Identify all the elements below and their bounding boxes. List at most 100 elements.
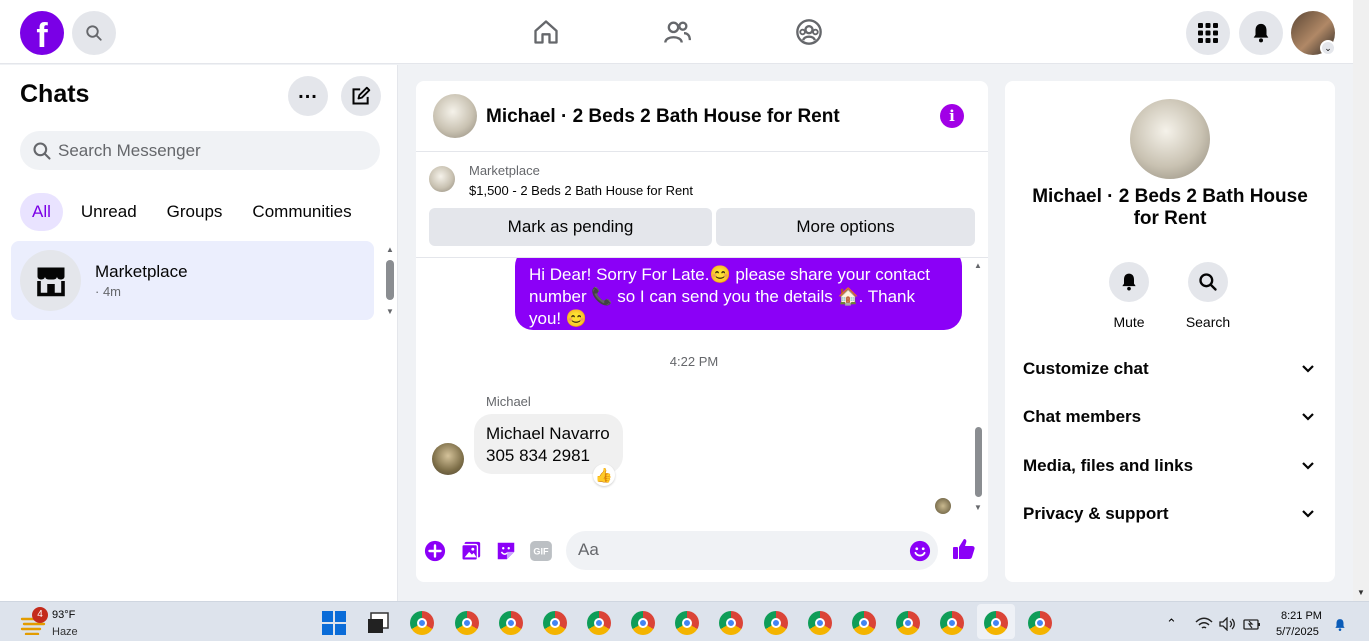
chrome-profile-icon[interactable]	[896, 611, 920, 635]
chrome-profile-icon[interactable]	[675, 611, 699, 635]
message-input-box[interactable]	[566, 531, 938, 570]
sticker-icon[interactable]	[494, 539, 518, 563]
weather-condition[interactable]: Haze	[52, 626, 78, 638]
chat-options-button[interactable]: ...	[288, 76, 328, 116]
conversation-header: Michael · 2 Beds 2 Bath House for Rent i	[416, 81, 988, 152]
search-input[interactable]	[58, 140, 358, 161]
outgoing-message[interactable]: Hi Dear! Sorry For Late.😊 please share y…	[515, 258, 962, 330]
svg-text:GIF: GIF	[533, 547, 549, 557]
windows-start-icon[interactable]	[322, 611, 346, 635]
thumbs-up-reaction[interactable]: 👍	[593, 464, 615, 486]
mark-pending-button[interactable]: Mark as pending	[429, 208, 712, 246]
volume-icon[interactable]	[1219, 617, 1237, 631]
chrome-profile-icon-active[interactable]	[984, 611, 1008, 635]
thumbs-up-icon[interactable]	[952, 537, 976, 561]
section-customize-chat[interactable]: Customize chat	[1023, 354, 1323, 384]
chrome-profile-icon[interactable]	[543, 611, 567, 635]
message-input[interactable]	[578, 540, 898, 560]
chrome-profile-icon[interactable]	[764, 611, 788, 635]
message-list: Hi Dear! Sorry For Late.😊 please share y…	[416, 257, 988, 527]
conversation-panel: Michael · 2 Beds 2 Bath House for Rent i…	[416, 81, 988, 582]
scroll-down-icon[interactable]: ▼	[1357, 588, 1365, 597]
chats-title: Chats	[20, 80, 90, 108]
chevron-up-icon[interactable]: ⌃	[1166, 616, 1177, 632]
chrome-profile-icon[interactable]	[940, 611, 964, 635]
scroll-up-icon[interactable]: ▲	[386, 245, 394, 254]
chrome-profile-icon[interactable]	[455, 611, 479, 635]
listing-summary[interactable]: $1,500 - 2 Beds 2 Bath House for Rent	[469, 183, 693, 198]
bell-icon	[1253, 23, 1269, 43]
chat-filters: All Unread Groups Communities	[20, 193, 370, 231]
groups-nav-button[interactable]	[791, 14, 827, 50]
chrome-profile-icon[interactable]	[1028, 611, 1052, 635]
friends-icon	[664, 21, 691, 43]
search-button[interactable]	[72, 11, 116, 55]
message-scrollbar[interactable]: ▲ ▼	[972, 257, 984, 519]
clock-time[interactable]: 8:21 PM	[1281, 610, 1322, 622]
chrome-profile-icon[interactable]	[631, 611, 655, 635]
notifications-button[interactable]	[1239, 11, 1283, 55]
section-media-files-links[interactable]: Media, files and links	[1023, 451, 1323, 481]
scroll-down-icon[interactable]: ▼	[974, 503, 982, 512]
plus-icon[interactable]	[423, 539, 447, 563]
chevron-down-icon[interactable]: ⌄	[1320, 40, 1336, 56]
listing-thumbnail[interactable]	[433, 94, 477, 138]
section-label: Customize chat	[1023, 359, 1149, 378]
filter-communities[interactable]: Communities	[240, 193, 363, 231]
messenger-search[interactable]	[20, 131, 380, 170]
info-title: Michael · 2 Beds 2 Bath House for Rent	[1032, 186, 1308, 229]
more-options-button[interactable]: More options	[716, 208, 975, 246]
chrome-profile-icon[interactable]	[808, 611, 832, 635]
chrome-profile-icon[interactable]	[587, 611, 611, 635]
section-privacy-support[interactable]: Privacy & support	[1023, 499, 1323, 529]
chevron-down-icon	[1301, 499, 1315, 539]
battery-icon[interactable]	[1243, 617, 1261, 631]
thread-marketplace[interactable]: Marketplace · 4m	[11, 241, 374, 320]
task-view-icon[interactable]	[366, 611, 390, 635]
menu-button[interactable]	[1186, 11, 1230, 55]
scroll-up-icon[interactable]: ▲	[974, 261, 982, 270]
scrollbar-thumb[interactable]	[975, 427, 982, 497]
mute-label: Mute	[1113, 314, 1145, 330]
search-icon	[1188, 262, 1228, 302]
home-nav-button[interactable]	[528, 14, 564, 50]
more-dots-icon: ...	[298, 81, 318, 103]
emoji-icon[interactable]	[909, 540, 931, 562]
top-navigation-bar: f ⌄	[0, 0, 1353, 64]
notification-bell-icon[interactable]	[1333, 617, 1347, 633]
incoming-line-1: Michael Navarro	[486, 424, 610, 443]
new-message-button[interactable]	[341, 76, 381, 116]
filter-all[interactable]: All	[20, 193, 63, 231]
section-chat-members[interactable]: Chat members	[1023, 402, 1323, 432]
info-icon[interactable]: i	[940, 104, 964, 128]
filter-groups[interactable]: Groups	[155, 193, 235, 231]
mute-button[interactable]: Mute	[1099, 262, 1159, 330]
listing-image[interactable]	[1130, 99, 1210, 179]
page-scrollbar[interactable]: ▼	[1353, 0, 1369, 601]
chat-info-panel: Michael · 2 Beds 2 Bath House for Rent M…	[1005, 81, 1335, 582]
photo-icon[interactable]	[459, 539, 483, 563]
chevron-down-icon	[1301, 354, 1315, 394]
gif-icon[interactable]: GIF	[529, 539, 553, 563]
wifi-icon[interactable]	[1195, 617, 1213, 631]
home-icon	[534, 20, 558, 44]
search-conversation-button[interactable]: Search	[1178, 262, 1238, 330]
chrome-profile-icon[interactable]	[852, 611, 876, 635]
scroll-down-icon[interactable]: ▼	[386, 307, 394, 316]
filter-unread[interactable]: Unread	[69, 193, 149, 231]
weather-temperature[interactable]: 93°F	[52, 609, 75, 621]
sender-avatar[interactable]	[432, 443, 464, 475]
facebook-logo[interactable]: f	[20, 11, 64, 55]
friends-nav-button[interactable]	[659, 14, 695, 50]
chrome-profile-icon[interactable]	[499, 611, 523, 635]
clock-date[interactable]: 5/7/2025	[1276, 626, 1319, 638]
store-icon	[36, 267, 65, 296]
conversation-title[interactable]: Michael · 2 Beds 2 Bath House for Rent	[486, 106, 840, 128]
chrome-profile-icon[interactable]	[719, 611, 743, 635]
search-label: Search	[1185, 314, 1231, 330]
sidebar-scrollbar[interactable]: ▲ ▼	[386, 245, 394, 319]
scrollbar-thumb[interactable]	[386, 260, 394, 300]
chrome-icon[interactable]	[410, 611, 434, 635]
bell-icon	[1109, 262, 1149, 302]
chevron-down-icon	[1301, 402, 1315, 442]
